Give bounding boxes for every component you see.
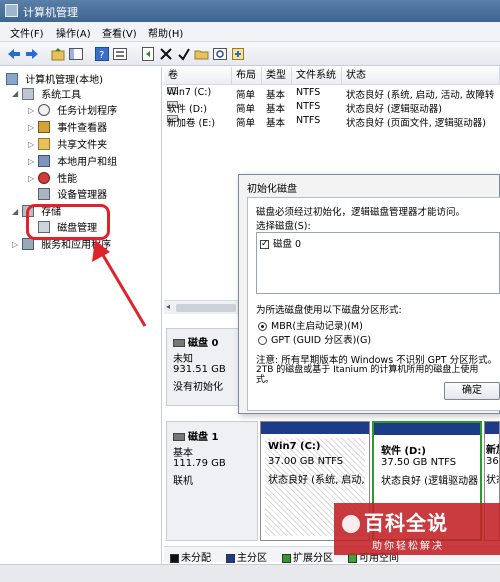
tree-root[interactable]: 计算机管理(本地) [6, 71, 103, 87]
tree-item-task-scheduler[interactable]: 任务计划程序 [38, 102, 117, 118]
search-icon[interactable] [212, 46, 228, 62]
legend-item: 主分区 [226, 549, 267, 564]
logo-icon [342, 515, 360, 533]
gpt-option[interactable]: GPT (GUID 分区表)(G) [258, 332, 371, 346]
table-row[interactable]: 软件 (D:) 简单 基本 NTFS 状态良好 (逻辑驱动器) [164, 101, 500, 115]
refresh-icon[interactable] [140, 46, 156, 62]
scrollbar-thumb[interactable] [176, 304, 236, 312]
disk-list-item[interactable]: 磁盘 0 [260, 236, 301, 250]
back-icon[interactable] [6, 46, 22, 62]
expand-arrow-icon[interactable]: ▷ [28, 174, 34, 183]
shared-folder-icon [38, 137, 50, 150]
volume-table-header: 卷 布局 类型 文件系统 状态 [164, 67, 500, 85]
tree-item-local-users[interactable]: 本地用户和组 [38, 153, 117, 169]
disk-1-info[interactable]: 磁盘 1 基本 111.79 GB 联机 [166, 421, 258, 541]
up-folder-icon[interactable] [50, 46, 66, 62]
note-line-2: 2TB 的磁盘或基于 Itanium 的计算机所用的磁盘上使用 [256, 365, 479, 375]
menu-action[interactable]: 操作(A) [56, 25, 91, 40]
collapse-arrow-icon[interactable]: ◢ [12, 89, 18, 98]
partition-style-label: 为所选磁盘使用以下磁盘分区形式: [256, 305, 402, 316]
initialize-disk-dialog: 初始化磁盘 磁盘必须经过初始化，逻辑磁盘管理器才能访问。 选择磁盘(S): 磁盘… [238, 174, 500, 414]
menu-file[interactable]: 文件(F) [10, 25, 44, 40]
menu-view[interactable]: 查看(V) [102, 25, 137, 40]
toolbar: ? [0, 42, 500, 66]
watermark-title: 百科全说 [364, 511, 448, 535]
computer-management-icon [5, 4, 18, 17]
annotation-highlight [26, 204, 110, 240]
performance-icon [38, 171, 50, 184]
column-volume[interactable]: 卷 [164, 67, 232, 85]
column-type[interactable]: 类型 [262, 67, 292, 85]
note-line-3: 式。 [256, 375, 275, 385]
ok-button[interactable]: 确定 [444, 382, 500, 400]
gpt-radio[interactable] [258, 336, 267, 345]
horizontal-scrollbar[interactable]: ◂ [164, 300, 244, 314]
menu-bar: 文件(F) 操作(A) 查看(V) 帮助(H) [0, 22, 500, 42]
open-folder-icon[interactable] [194, 46, 210, 62]
expand-arrow-icon[interactable]: ▷ [28, 157, 34, 166]
device-manager-icon [38, 187, 50, 200]
users-icon [38, 154, 50, 167]
expand-arrow-icon[interactable]: ▷ [28, 140, 34, 149]
menu-help[interactable]: 帮助(H) [148, 25, 183, 40]
status-bar [0, 564, 500, 582]
primary-partition-band [261, 422, 369, 434]
primary-partition-band [374, 423, 480, 435]
disk-icon [173, 339, 185, 347]
title-bar: 计算机管理 [0, 0, 500, 22]
expand-arrow-icon[interactable]: ▷ [12, 240, 18, 249]
disk-icon [173, 433, 185, 441]
tree-item-event-viewer[interactable]: 事件查看器 [38, 119, 107, 135]
primary-partition-band [485, 422, 499, 434]
clock-icon [38, 103, 50, 116]
dialog-body: 磁盘必须经过初始化，逻辑磁盘管理器才能访问。 选择磁盘(S): 磁盘 0 为所选… [247, 197, 500, 411]
watermark-logo: 百科全说 助你轻松解决 [334, 503, 500, 555]
tree-item-shared-folders[interactable]: 共享文件夹 [38, 136, 107, 152]
check-icon[interactable] [176, 46, 192, 62]
computer-icon [6, 72, 18, 85]
disk-list[interactable]: 磁盘 0 [256, 232, 500, 294]
column-layout[interactable]: 布局 [232, 67, 262, 85]
watermark-subtitle: 助你轻松解决 [372, 541, 444, 552]
tree-item-system-tools[interactable]: 系统工具 [22, 86, 81, 102]
forward-icon[interactable] [24, 46, 40, 62]
svg-text:?: ? [99, 50, 104, 61]
table-row[interactable]: 新加卷 (E:) 简单 基本 NTFS 状态良好 (页面文件, 逻辑驱动器) [164, 115, 500, 129]
disk-0-checkbox[interactable] [260, 238, 269, 250]
table-row[interactable]: Win7 (C:) 简单 基本 NTFS 状态良好 (系统, 启动, 活动, 故… [164, 87, 500, 101]
show-hide-tree-icon[interactable] [68, 46, 84, 62]
mbr-option[interactable]: MBR(主启动记录)(M) [258, 318, 363, 332]
properties-icon[interactable] [112, 46, 128, 62]
select-disk-label: 选择磁盘(S): [256, 221, 311, 232]
mbr-radio[interactable] [258, 322, 267, 331]
delete-icon[interactable] [158, 46, 174, 62]
expand-arrow-icon[interactable]: ▷ [28, 106, 34, 115]
window-title: 计算机管理 [23, 6, 78, 19]
tree-item-device-manager[interactable]: 设备管理器 [38, 186, 107, 202]
legend-item: 未分配 [170, 549, 211, 564]
scroll-left-icon[interactable]: ◂ [166, 302, 170, 311]
navigation-tree: 计算机管理(本地) ◢ 系统工具 ▷ 任务计划程序 ▷ 事件查看器 ▷ 共享文件… [0, 67, 162, 582]
tree-item-performance[interactable]: 性能 [38, 170, 77, 186]
tools-icon [22, 87, 34, 100]
column-status[interactable]: 状态 [342, 67, 500, 85]
dialog-intro: 磁盘必须经过初始化，逻辑磁盘管理器才能访问。 [256, 207, 466, 218]
expand-arrow-icon[interactable]: ▷ [28, 123, 34, 132]
collapse-arrow-icon[interactable]: ◢ [12, 207, 18, 216]
help-icon[interactable]: ? [94, 46, 110, 62]
legend-item: 扩展分区 [282, 549, 333, 564]
event-viewer-icon [38, 120, 50, 133]
dialog-title: 初始化磁盘 [247, 184, 297, 195]
column-filesystem[interactable]: 文件系统 [292, 67, 342, 85]
settings-icon[interactable] [230, 46, 246, 62]
